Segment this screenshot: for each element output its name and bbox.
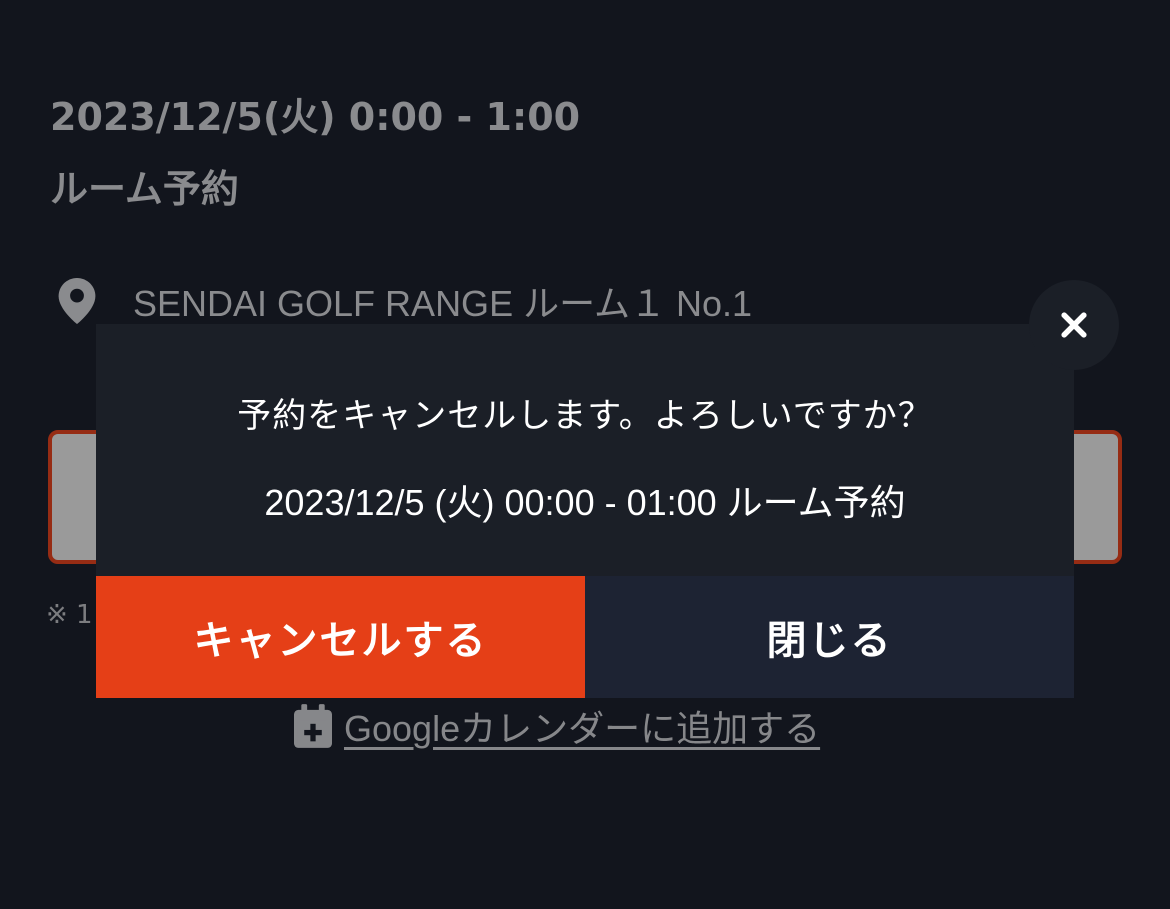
dialog-booking-detail: 2023/12/5 (火) 00:00 - 01:00 ルーム予約 — [264, 482, 906, 523]
confirm-cancel-button[interactable]: キャンセルする — [96, 576, 585, 698]
booking-type: ルーム予約 — [50, 167, 239, 211]
close-icon — [1061, 312, 1087, 338]
google-calendar-link[interactable]: Googleカレンダーに追加する — [344, 700, 820, 752]
dialog-actions: キャンセルする 閉じる — [96, 576, 1074, 698]
booking-datetime: 2023/12/5(火) 0:00 - 1:00 — [50, 95, 581, 139]
cancel-confirm-dialog: 予約をキャンセルします。よろしいですか？ 2023/12/5 (火) 00:00… — [96, 324, 1074, 698]
dialog-close-button[interactable] — [1029, 280, 1119, 370]
dialog-message: 予約をキャンセルします。よろしいですか？ — [237, 396, 933, 436]
location-row: SENDAI GOLF RANGE ルーム１ No.1 — [58, 276, 752, 326]
location-text: SENDAI GOLF RANGE ルーム１ No.1 — [133, 283, 753, 324]
google-calendar-link-row[interactable]: Googleカレンダーに追加する — [294, 700, 820, 752]
location-pin-icon — [58, 278, 96, 324]
booking-note: ※ 1 — [46, 600, 93, 630]
close-dialog-button[interactable]: 閉じる — [585, 576, 1074, 698]
calendar-plus-icon — [294, 704, 332, 748]
